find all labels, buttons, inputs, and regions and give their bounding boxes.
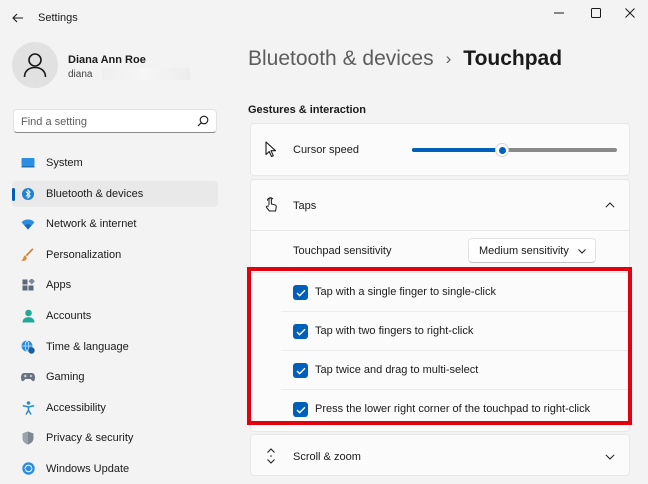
- maximize-icon: [591, 8, 601, 18]
- sidebar-item-label: Network & internet: [46, 218, 137, 231]
- close-icon: [625, 8, 635, 18]
- arrow-left-icon: [12, 13, 23, 23]
- search-input[interactable]: [21, 114, 191, 129]
- touchpad-sensitivity-dropdown[interactable]: Medium sensitivity: [468, 238, 596, 263]
- minimize-button[interactable]: [546, 4, 572, 22]
- divider: [251, 230, 629, 231]
- person-icon: [23, 53, 47, 78]
- cursor-speed-label: Cursor speed: [293, 144, 360, 156]
- active-indicator: [12, 187, 15, 201]
- breadcrumb-separator: ›: [445, 49, 452, 68]
- breadcrumb-parent-link[interactable]: Bluetooth & devices: [248, 47, 434, 71]
- email-redaction: [102, 68, 190, 80]
- slider-thumb[interactable]: [495, 143, 510, 157]
- touchpad-sensitivity-label: Touchpad sensitivity: [293, 245, 392, 257]
- slider-thumb-dot: [498, 146, 506, 154]
- person-icon: [21, 309, 35, 323]
- cursor-speed-slider[interactable]: [412, 143, 617, 157]
- chevron-down-icon[interactable]: [602, 449, 618, 465]
- sidebar-item-windows-update[interactable]: Windows Update: [12, 456, 218, 482]
- chevron-up-icon[interactable]: [602, 197, 618, 213]
- taps-label: Taps: [293, 200, 317, 212]
- highlight-annotation: [247, 267, 632, 425]
- monitor-icon: [21, 156, 35, 170]
- update-icon: [21, 462, 35, 476]
- user-profile[interactable]: Diana Ann Roe diana: [12, 42, 222, 92]
- cursor-icon: [263, 141, 279, 157]
- cursor-speed-card: Cursor speed: [250, 123, 630, 176]
- sidebar-item-label: Accessibility: [46, 401, 106, 414]
- sidebar-item-label: System: [46, 157, 83, 169]
- minimize-icon: [554, 12, 564, 14]
- sidebar-item-label: Personalization: [46, 248, 122, 261]
- maximize-button[interactable]: [583, 4, 609, 22]
- chevron-down-icon: [578, 249, 586, 254]
- user-email: diana: [68, 69, 93, 80]
- sidebar-item-label: Accounts: [46, 309, 92, 322]
- sidebar-item-label: Apps: [46, 279, 72, 292]
- accessibility-icon: [21, 400, 35, 415]
- sidebar-nav: System Bluetooth & devices Network & int…: [12, 150, 218, 484]
- sidebar-item-accessibility[interactable]: Accessibility: [12, 395, 218, 421]
- search-icon[interactable]: [197, 115, 209, 127]
- sidebar-item-time-language[interactable]: Time & language: [12, 334, 218, 360]
- sidebar-item-label: Privacy & security: [46, 432, 134, 445]
- sidebar-item-label: Time & language: [46, 340, 129, 353]
- section-title: Gestures & interaction: [248, 104, 366, 116]
- gamepad-icon: [21, 370, 35, 384]
- avatar: [12, 42, 58, 88]
- sidebar-item-system[interactable]: System: [12, 150, 218, 176]
- page-title: Touchpad: [463, 47, 563, 70]
- bluetooth-icon: [21, 187, 35, 201]
- sidebar-item-network[interactable]: Network & internet: [12, 211, 218, 237]
- taps-header[interactable]: Taps: [251, 180, 629, 230]
- brush-icon: [21, 247, 35, 262]
- sidebar-item-bluetooth[interactable]: Bluetooth & devices: [12, 180, 218, 207]
- sidebar-item-personalization[interactable]: Personalization: [12, 242, 218, 268]
- scroll-icon: [263, 448, 279, 464]
- scroll-zoom-label: Scroll & zoom: [293, 451, 361, 463]
- back-button[interactable]: [8, 8, 28, 28]
- scroll-zoom-card[interactable]: Scroll & zoom: [250, 434, 630, 476]
- tap-icon: [263, 196, 279, 212]
- wifi-icon: [21, 217, 35, 231]
- sidebar-item-label: Windows Update: [46, 462, 130, 475]
- globe-clock-icon: [21, 339, 35, 354]
- title-bar: Settings: [0, 0, 648, 36]
- sidebar-item-accounts[interactable]: Accounts: [12, 303, 218, 329]
- sidebar-item-gaming[interactable]: Gaming: [12, 364, 218, 390]
- shield-icon: [21, 431, 35, 445]
- search-box[interactable]: [13, 109, 217, 133]
- sidebar-item-label: Gaming: [46, 371, 85, 384]
- sidebar-item-apps[interactable]: Apps: [12, 272, 218, 298]
- dropdown-selected-value: Medium sensitivity: [479, 245, 569, 257]
- breadcrumb: Bluetooth & devices › Touchpad: [248, 44, 562, 74]
- apps-icon: [21, 278, 35, 292]
- sidebar-item-privacy[interactable]: Privacy & security: [12, 425, 218, 451]
- slider-fill: [412, 148, 503, 152]
- close-button[interactable]: [617, 4, 643, 22]
- app-title: Settings: [38, 12, 78, 24]
- sidebar-item-label: Bluetooth & devices: [46, 187, 144, 200]
- user-name: Diana Ann Roe: [68, 54, 146, 66]
